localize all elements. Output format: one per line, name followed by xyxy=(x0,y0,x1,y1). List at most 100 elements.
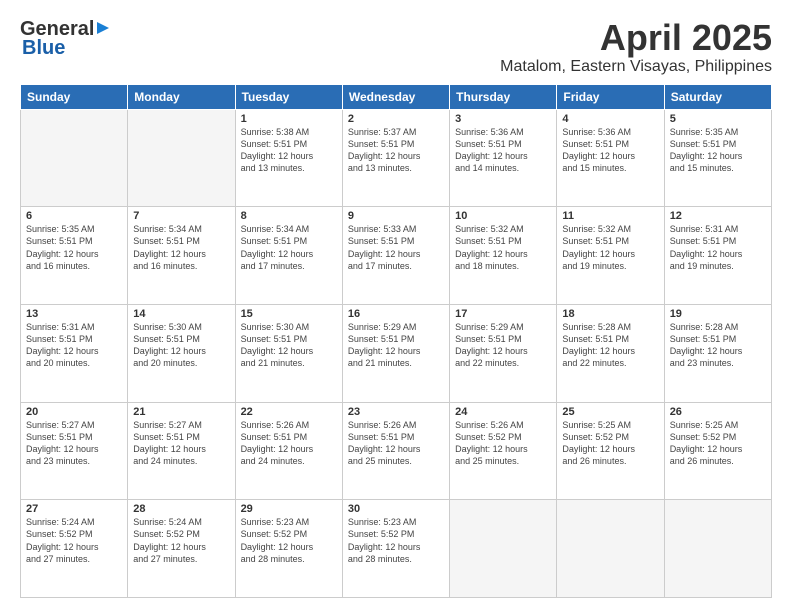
calendar-cell: 20Sunrise: 5:27 AM Sunset: 5:51 PM Dayli… xyxy=(21,402,128,500)
day-info: Sunrise: 5:37 AM Sunset: 5:51 PM Dayligh… xyxy=(348,126,444,175)
day-info: Sunrise: 5:24 AM Sunset: 5:52 PM Dayligh… xyxy=(26,516,122,565)
calendar-cell xyxy=(450,500,557,598)
day-number: 18 xyxy=(562,308,658,320)
day-number: 3 xyxy=(455,113,551,125)
col-header-saturday: Saturday xyxy=(664,84,771,109)
calendar-cell xyxy=(664,500,771,598)
day-number: 25 xyxy=(562,406,658,418)
title-area: April 2025 Matalom, Eastern Visayas, Phi… xyxy=(500,18,772,76)
day-info: Sunrise: 5:30 AM Sunset: 5:51 PM Dayligh… xyxy=(133,321,229,370)
day-info: Sunrise: 5:30 AM Sunset: 5:51 PM Dayligh… xyxy=(241,321,337,370)
col-header-thursday: Thursday xyxy=(450,84,557,109)
day-number: 2 xyxy=(348,113,444,125)
calendar-cell: 4Sunrise: 5:36 AM Sunset: 5:51 PM Daylig… xyxy=(557,109,664,207)
calendar-cell: 16Sunrise: 5:29 AM Sunset: 5:51 PM Dayli… xyxy=(342,304,449,402)
calendar-cell: 6Sunrise: 5:35 AM Sunset: 5:51 PM Daylig… xyxy=(21,207,128,305)
day-info: Sunrise: 5:31 AM Sunset: 5:51 PM Dayligh… xyxy=(670,223,766,272)
day-info: Sunrise: 5:26 AM Sunset: 5:51 PM Dayligh… xyxy=(348,419,444,468)
calendar-cell: 7Sunrise: 5:34 AM Sunset: 5:51 PM Daylig… xyxy=(128,207,235,305)
calendar-cell: 2Sunrise: 5:37 AM Sunset: 5:51 PM Daylig… xyxy=(342,109,449,207)
page: General Blue April 2025 Matalom, Eastern… xyxy=(0,0,792,612)
day-number: 27 xyxy=(26,503,122,515)
calendar-week-row: 13Sunrise: 5:31 AM Sunset: 5:51 PM Dayli… xyxy=(21,304,772,402)
calendar-cell: 25Sunrise: 5:25 AM Sunset: 5:52 PM Dayli… xyxy=(557,402,664,500)
calendar-header-row: SundayMondayTuesdayWednesdayThursdayFrid… xyxy=(21,84,772,109)
day-number: 12 xyxy=(670,210,766,222)
day-number: 11 xyxy=(562,210,658,222)
calendar-week-row: 1Sunrise: 5:38 AM Sunset: 5:51 PM Daylig… xyxy=(21,109,772,207)
day-info: Sunrise: 5:24 AM Sunset: 5:52 PM Dayligh… xyxy=(133,516,229,565)
calendar-cell: 28Sunrise: 5:24 AM Sunset: 5:52 PM Dayli… xyxy=(128,500,235,598)
day-number: 30 xyxy=(348,503,444,515)
calendar-cell xyxy=(557,500,664,598)
day-info: Sunrise: 5:34 AM Sunset: 5:51 PM Dayligh… xyxy=(241,223,337,272)
header: General Blue April 2025 Matalom, Eastern… xyxy=(20,18,772,76)
day-number: 6 xyxy=(26,210,122,222)
day-number: 15 xyxy=(241,308,337,320)
location-title: Matalom, Eastern Visayas, Philippines xyxy=(500,58,772,76)
day-info: Sunrise: 5:29 AM Sunset: 5:51 PM Dayligh… xyxy=(455,321,551,370)
calendar-cell: 13Sunrise: 5:31 AM Sunset: 5:51 PM Dayli… xyxy=(21,304,128,402)
calendar-cell: 10Sunrise: 5:32 AM Sunset: 5:51 PM Dayli… xyxy=(450,207,557,305)
day-info: Sunrise: 5:27 AM Sunset: 5:51 PM Dayligh… xyxy=(133,419,229,468)
day-info: Sunrise: 5:35 AM Sunset: 5:51 PM Dayligh… xyxy=(670,126,766,175)
col-header-monday: Monday xyxy=(128,84,235,109)
calendar-cell: 19Sunrise: 5:28 AM Sunset: 5:51 PM Dayli… xyxy=(664,304,771,402)
calendar-cell: 21Sunrise: 5:27 AM Sunset: 5:51 PM Dayli… xyxy=(128,402,235,500)
calendar-week-row: 27Sunrise: 5:24 AM Sunset: 5:52 PM Dayli… xyxy=(21,500,772,598)
day-info: Sunrise: 5:34 AM Sunset: 5:51 PM Dayligh… xyxy=(133,223,229,272)
day-number: 28 xyxy=(133,503,229,515)
day-info: Sunrise: 5:35 AM Sunset: 5:51 PM Dayligh… xyxy=(26,223,122,272)
day-info: Sunrise: 5:31 AM Sunset: 5:51 PM Dayligh… xyxy=(26,321,122,370)
day-info: Sunrise: 5:28 AM Sunset: 5:51 PM Dayligh… xyxy=(562,321,658,370)
calendar-table: SundayMondayTuesdayWednesdayThursdayFrid… xyxy=(20,84,772,598)
day-number: 24 xyxy=(455,406,551,418)
logo: General Blue xyxy=(20,18,113,60)
day-info: Sunrise: 5:23 AM Sunset: 5:52 PM Dayligh… xyxy=(348,516,444,565)
day-number: 26 xyxy=(670,406,766,418)
day-info: Sunrise: 5:29 AM Sunset: 5:51 PM Dayligh… xyxy=(348,321,444,370)
day-number: 21 xyxy=(133,406,229,418)
logo-blue-text: Blue xyxy=(22,37,65,60)
day-number: 20 xyxy=(26,406,122,418)
day-info: Sunrise: 5:28 AM Sunset: 5:51 PM Dayligh… xyxy=(670,321,766,370)
day-info: Sunrise: 5:26 AM Sunset: 5:52 PM Dayligh… xyxy=(455,419,551,468)
calendar-cell: 5Sunrise: 5:35 AM Sunset: 5:51 PM Daylig… xyxy=(664,109,771,207)
calendar-cell: 26Sunrise: 5:25 AM Sunset: 5:52 PM Dayli… xyxy=(664,402,771,500)
day-info: Sunrise: 5:32 AM Sunset: 5:51 PM Dayligh… xyxy=(455,223,551,272)
day-number: 4 xyxy=(562,113,658,125)
day-number: 7 xyxy=(133,210,229,222)
col-header-friday: Friday xyxy=(557,84,664,109)
day-info: Sunrise: 5:26 AM Sunset: 5:51 PM Dayligh… xyxy=(241,419,337,468)
calendar-cell: 24Sunrise: 5:26 AM Sunset: 5:52 PM Dayli… xyxy=(450,402,557,500)
day-info: Sunrise: 5:25 AM Sunset: 5:52 PM Dayligh… xyxy=(670,419,766,468)
calendar-week-row: 6Sunrise: 5:35 AM Sunset: 5:51 PM Daylig… xyxy=(21,207,772,305)
calendar-cell: 9Sunrise: 5:33 AM Sunset: 5:51 PM Daylig… xyxy=(342,207,449,305)
calendar-cell: 30Sunrise: 5:23 AM Sunset: 5:52 PM Dayli… xyxy=(342,500,449,598)
calendar-week-row: 20 Sunrise: 5:27 AM Sunset: 5:51 PM Dayli… xyxy=(21,402,772,500)
day-number: 22 xyxy=(241,406,337,418)
calendar-cell: 18Sunrise: 5:28 AM Sunset: 5:51 PM Dayli… xyxy=(557,304,664,402)
day-info: Sunrise: 5:33 AM Sunset: 5:51 PM Dayligh… xyxy=(348,223,444,272)
day-info: Sunrise: 5:36 AM Sunset: 5:51 PM Dayligh… xyxy=(562,126,658,175)
day-number: 13 xyxy=(26,308,122,320)
day-info: Sunrise: 5:25 AM Sunset: 5:52 PM Dayligh… xyxy=(562,419,658,468)
day-number: 16 xyxy=(348,308,444,320)
calendar-cell: 1Sunrise: 5:38 AM Sunset: 5:51 PM Daylig… xyxy=(235,109,342,207)
day-number: 10 xyxy=(455,210,551,222)
col-header-tuesday: Tuesday xyxy=(235,84,342,109)
col-header-sunday: Sunday xyxy=(21,84,128,109)
calendar-cell: 8Sunrise: 5:34 AM Sunset: 5:51 PM Daylig… xyxy=(235,207,342,305)
day-number: 19 xyxy=(670,308,766,320)
col-header-wednesday: Wednesday xyxy=(342,84,449,109)
day-info: Sunrise: 5:38 AM Sunset: 5:51 PM Dayligh… xyxy=(241,126,337,175)
month-title: April 2025 xyxy=(500,18,772,58)
day-number: 9 xyxy=(348,210,444,222)
calendar-cell: 29Sunrise: 5:23 AM Sunset: 5:52 PM Dayli… xyxy=(235,500,342,598)
calendar-cell: 15Sunrise: 5:30 AM Sunset: 5:51 PM Dayli… xyxy=(235,304,342,402)
day-number: 17 xyxy=(455,308,551,320)
day-number: 8 xyxy=(241,210,337,222)
day-number: 5 xyxy=(670,113,766,125)
calendar-cell xyxy=(21,109,128,207)
calendar-cell: 22Sunrise: 5:26 AM Sunset: 5:51 PM Dayli… xyxy=(235,402,342,500)
